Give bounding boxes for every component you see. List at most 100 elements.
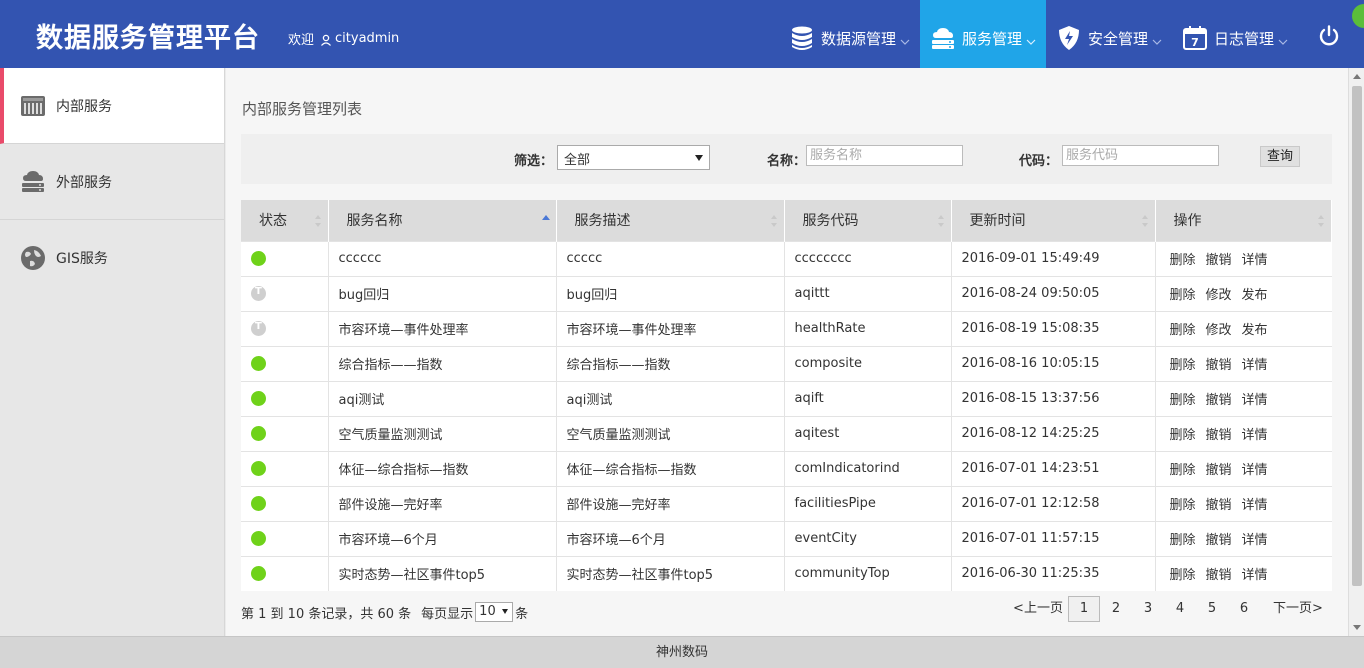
nav-service[interactable]: 服务管理	[919, 0, 1046, 76]
nav-log[interactable]: 7 日志管理	[1172, 0, 1298, 76]
op-link[interactable]: 撤销	[1206, 253, 1232, 268]
op-link[interactable]: 详情	[1242, 428, 1268, 443]
sort-icon	[770, 214, 778, 228]
service-code-cell: comIndicatorind	[784, 450, 952, 486]
op-link[interactable]: 撤销	[1206, 568, 1232, 583]
table-row[interactable]: aqi测试 aqi测试 aqift 2016-08-15 13:37:56 删除 撤销 详情	[241, 380, 1332, 416]
service-name-cell: 体征—综合指标—指数	[328, 450, 557, 486]
prev-page-button[interactable]: <上一页	[1008, 596, 1068, 622]
sort-icon	[1141, 214, 1149, 228]
op-link[interactable]: 详情	[1242, 498, 1268, 513]
pagination: <上一页 1 2 3 4 5 6 下一页>	[1008, 596, 1328, 622]
service-code-input[interactable]	[1062, 145, 1219, 166]
service-desc-cell: 体征—综合指标—指数	[556, 450, 785, 486]
col-update-time[interactable]: 更新时间	[951, 200, 1156, 241]
sort-icon	[937, 214, 945, 228]
filter-select-value: 全部	[564, 153, 591, 168]
operations-cell: 删除 修改 发布	[1155, 310, 1332, 346]
table-row[interactable]: 部件设施—完好率 部件设施—完好率 facilitiesPipe 2016-07-01…	[241, 485, 1332, 521]
col-service-code[interactable]: 服务代码	[784, 200, 952, 241]
nav-datasource[interactable]: 数据源管理	[779, 0, 920, 76]
sort-asc-icon	[541, 214, 550, 228]
vertical-scrollbar[interactable]	[1348, 68, 1364, 636]
op-link[interactable]: 删除	[1170, 463, 1196, 478]
op-link[interactable]: 删除	[1170, 393, 1196, 408]
op-link[interactable]: 删除	[1170, 428, 1196, 443]
scroll-down-icon[interactable]	[1353, 625, 1361, 630]
status-published-icon	[251, 356, 266, 371]
status-published-icon	[251, 251, 266, 266]
service-code-cell: composite	[784, 345, 952, 381]
main-content: 内部服务管理列表 筛选： 全部 名称： 代码： 查询 状态 服务名称 服务描述 …	[226, 68, 1348, 636]
op-link[interactable]: 撤销	[1206, 358, 1232, 373]
nav-security[interactable]: 安全管理	[1046, 0, 1172, 76]
op-link[interactable]: 删除	[1170, 533, 1196, 548]
page-button-6[interactable]: 6	[1228, 596, 1260, 622]
operations-cell: 删除 撤销 详情	[1155, 555, 1332, 591]
op-link[interactable]: 删除	[1170, 498, 1196, 513]
op-link[interactable]: 删除	[1170, 568, 1196, 583]
col-status[interactable]: 状态	[241, 200, 329, 241]
op-link[interactable]: 删除	[1170, 253, 1196, 268]
op-link[interactable]: 撤销	[1206, 428, 1232, 443]
service-code-cell: aqittt	[784, 275, 952, 311]
page-button-2[interactable]: 2	[1100, 596, 1132, 622]
table-row[interactable]: 体征—综合指标—指数 体征—综合指标—指数 comIndicatorind 2016-…	[241, 450, 1332, 486]
page-button-4[interactable]: 4	[1164, 596, 1196, 622]
op-link[interactable]: 详情	[1242, 358, 1268, 373]
status-cell	[241, 485, 329, 521]
op-link[interactable]: 删除	[1170, 358, 1196, 373]
op-link[interactable]: 修改	[1206, 323, 1232, 338]
table-row[interactable]: 综合指标——指数 综合指标——指数 composite 2016-08-16 10:0…	[241, 345, 1332, 381]
col-operations[interactable]: 操作	[1155, 200, 1332, 241]
op-link[interactable]: 撤销	[1206, 393, 1232, 408]
op-link[interactable]: 撤销	[1206, 533, 1232, 548]
sidebar-item-gis-service[interactable]: GIS服务	[0, 220, 224, 296]
page-button-5[interactable]: 5	[1196, 596, 1228, 622]
scrollbar-thumb[interactable]	[1352, 86, 1362, 586]
operations-cell: 删除 修改 发布	[1155, 275, 1332, 311]
table-row[interactable]: 空气质量监测测试 空气质量监测测试 aqitest 2016-08-12 14:25:…	[241, 415, 1332, 451]
op-link[interactable]: 撤销	[1206, 498, 1232, 513]
table-row[interactable]: 市容环境—事件处理率市容环境—事件处理率healthRate2016-08-19…	[241, 310, 1332, 346]
service-desc-cell: 空气质量监测测试	[556, 415, 785, 451]
service-desc-cell: bug回归	[556, 275, 785, 311]
op-link[interactable]: 删除	[1170, 323, 1196, 338]
op-link[interactable]: 详情	[1242, 393, 1268, 408]
next-page-button[interactable]: 下一页>	[1268, 596, 1328, 622]
sidebar-item-external-service[interactable]: 外部服务	[0, 144, 224, 220]
op-link[interactable]: 发布	[1242, 288, 1268, 303]
name-label: 名称：	[767, 154, 807, 169]
op-link[interactable]: 详情	[1242, 533, 1268, 548]
op-link[interactable]: 修改	[1206, 288, 1232, 303]
table-row[interactable]: bug回归bug回归aqittt2016-08-24 09:50:05删除修改发…	[241, 275, 1332, 311]
page-size-select[interactable]: 10	[475, 602, 514, 622]
scroll-up-icon[interactable]	[1353, 74, 1361, 79]
table-row[interactable]: cccccc ccccc cccccccc 2016-09-01 15:49:49 删除…	[241, 240, 1332, 276]
op-link[interactable]: 删除	[1170, 288, 1196, 303]
op-link[interactable]: 详情	[1242, 568, 1268, 583]
op-link[interactable]: 详情	[1242, 253, 1268, 268]
op-link[interactable]: 发布	[1242, 323, 1268, 338]
op-link[interactable]: 撤销	[1206, 463, 1232, 478]
chevron-down-icon	[1278, 33, 1288, 45]
page-button-1[interactable]: 1	[1068, 596, 1100, 622]
filter-select[interactable]: 全部	[557, 145, 710, 170]
update-time-cell: 2016-08-24 09:50:05	[951, 275, 1156, 311]
status-cell	[241, 380, 329, 416]
service-name-input[interactable]	[806, 145, 963, 166]
table-header-row: 状态 服务名称 服务描述 服务代码 更新时间 操作	[241, 200, 1332, 241]
op-link[interactable]: 详情	[1242, 463, 1268, 478]
query-button[interactable]: 查询	[1260, 146, 1300, 167]
page-title: 内部服务管理列表	[242, 100, 363, 118]
power-icon[interactable]	[1318, 25, 1340, 47]
page-button-3[interactable]: 3	[1132, 596, 1164, 622]
service-code-cell: eventCity	[784, 520, 952, 556]
col-service-desc[interactable]: 服务描述	[556, 200, 785, 241]
sidebar-item-internal-service[interactable]: 内部服务	[0, 68, 224, 144]
table-row[interactable]: 实时态势—社区事件top5 实时态势—社区事件top5 communityTop 20…	[241, 555, 1332, 591]
per-page-label: 每页显示	[421, 606, 474, 622]
table-row[interactable]: 市容环境—6个月 市容环境—6个月 eventCity 2016-07-01 11:5…	[241, 520, 1332, 556]
dropdown-arrow-icon	[502, 609, 509, 614]
col-service-name[interactable]: 服务名称	[328, 200, 557, 241]
